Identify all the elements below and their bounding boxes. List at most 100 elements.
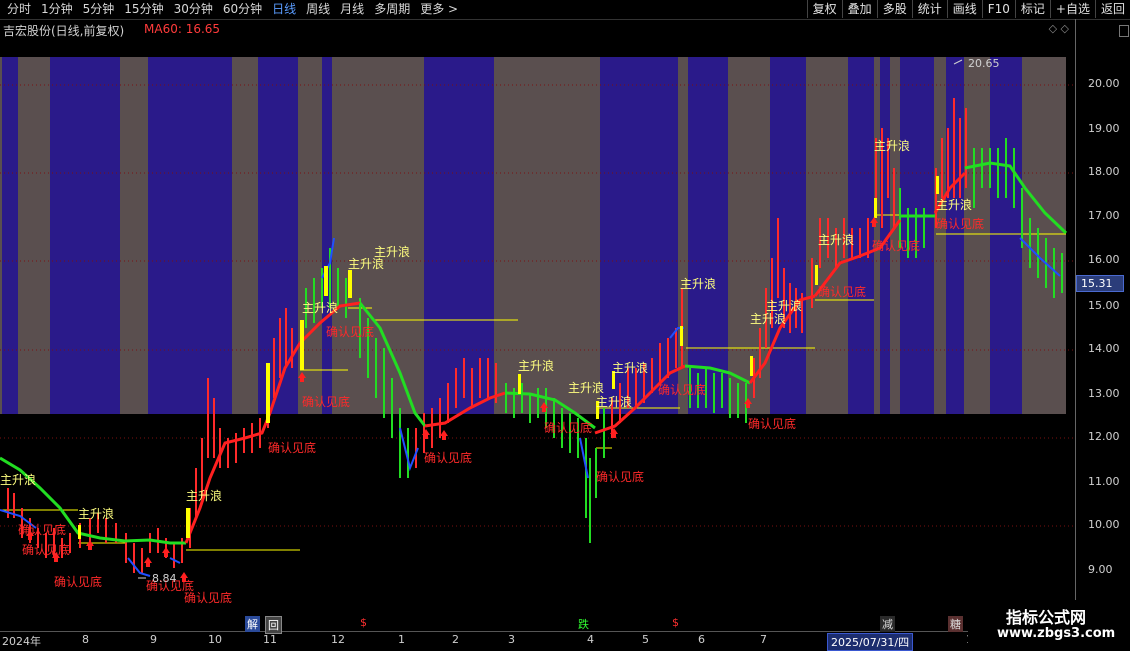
date-label: 8 <box>82 633 89 646</box>
price-tick: 16.00 <box>1088 253 1120 266</box>
event-mark[interactable]: 解 <box>245 616 260 632</box>
date-label: 9 <box>150 633 157 646</box>
add-watchlist-button[interactable]: +自选 <box>1049 0 1095 18</box>
event-mark[interactable]: $ <box>358 616 369 629</box>
label-confirm-bottom: 确认见底 <box>818 284 866 299</box>
label-confirm-bottom: 确认见底 <box>302 394 350 409</box>
label-main-rise: 主升浪 <box>78 506 114 521</box>
label-confirm-bottom: 确认见底 <box>268 440 316 455</box>
label-confirm-bottom: 确认见底 <box>326 324 374 339</box>
label-main-rise: 主升浪 <box>0 472 36 487</box>
statistics-button[interactable]: 统计 <box>911 0 947 18</box>
label-confirm-bottom: 确认见底 <box>184 590 232 605</box>
tab-fenshi[interactable]: 分时 <box>2 2 36 17</box>
event-mark[interactable]: 跌 <box>576 616 591 632</box>
label-confirm-bottom: 确认见底 <box>22 542 70 557</box>
back-button[interactable]: 返回 <box>1094 0 1130 18</box>
tab-multi-period[interactable]: 多周期 <box>369 2 415 17</box>
price-tick: 19.00 <box>1088 122 1120 135</box>
tab-more[interactable]: 更多 > <box>415 2 463 17</box>
event-mark[interactable]: 糖 <box>948 616 963 632</box>
tab-5min[interactable]: 5分钟 <box>78 2 120 17</box>
tab-daily[interactable]: 日线 <box>267 2 301 17</box>
label-confirm-bottom: 确认见底 <box>658 382 706 397</box>
tab-weekly[interactable]: 周线 <box>301 2 335 17</box>
label-main-rise: 主升浪 <box>874 138 910 153</box>
tab-monthly[interactable]: 月线 <box>335 2 369 17</box>
event-mark[interactable]: $ <box>670 616 681 629</box>
diamond-icon[interactable]: ◇ ◇ <box>1049 22 1069 35</box>
chart-svg: 主升浪 主升浪 主升浪 主升浪 主升浪 主升浪 主升浪 主升浪 主升浪 主升浪 … <box>0 57 1075 605</box>
label-main-rise: 主升浪 <box>750 311 786 326</box>
scroll-button[interactable] <box>1119 25 1129 37</box>
price-tick: 13.00 <box>1088 387 1120 400</box>
draw-line-button[interactable]: 画线 <box>946 0 982 18</box>
mark-button[interactable]: 标记 <box>1014 0 1050 18</box>
label-confirm-bottom: 确认见底 <box>18 522 66 537</box>
event-mark[interactable]: 回 <box>265 616 282 634</box>
label-main-rise: 主升浪 <box>302 300 338 315</box>
date-label: 7 <box>760 633 767 646</box>
date-label: 5 <box>642 633 649 646</box>
label-main-rise: 主升浪 <box>936 197 972 212</box>
price-tick: 15.00 <box>1088 299 1120 312</box>
price-tick: 10.00 <box>1088 518 1120 531</box>
label-confirm-bottom: 确认见底 <box>424 450 472 465</box>
tab-30min[interactable]: 30分钟 <box>169 2 218 17</box>
label-main-rise: 主升浪 <box>680 276 716 291</box>
tab-1min[interactable]: 1分钟 <box>36 2 78 17</box>
label-confirm-bottom: 确认见底 <box>936 216 984 231</box>
date-label: 12 <box>331 633 345 646</box>
date-label: 3 <box>508 633 515 646</box>
period-tabs: 分时 1分钟 5分钟 15分钟 30分钟 60分钟 日线 周线 月线 多周期 更… <box>2 2 463 17</box>
kline-chart[interactable]: 主升浪 主升浪 主升浪 主升浪 主升浪 主升浪 主升浪 主升浪 主升浪 主升浪 … <box>0 38 1075 631</box>
label-main-rise: 主升浪 <box>612 360 648 375</box>
cursor-date-label: 2025/07/31/四 <box>827 633 914 651</box>
current-price-tag: 15.31 <box>1076 275 1124 292</box>
low-price-label: 8.84 <box>152 572 177 585</box>
high-price-label: 20.65 <box>968 57 1000 70</box>
tab-15min[interactable]: 15分钟 <box>119 2 168 17</box>
label-main-rise: 主升浪 <box>186 488 222 503</box>
label-confirm-bottom: 确认见底 <box>872 238 920 253</box>
price-tick: 14.00 <box>1088 342 1120 355</box>
restore-rights-button[interactable]: 复权 <box>806 0 842 18</box>
event-mark[interactable]: 减 <box>880 616 895 632</box>
price-tick: 11.00 <box>1088 475 1120 488</box>
top-toolbar: 分时 1分钟 5分钟 15分钟 30分钟 60分钟 日线 周线 月线 多周期 更… <box>0 0 1130 20</box>
tab-60min[interactable]: 60分钟 <box>218 2 267 17</box>
price-tick: 12.00 <box>1088 430 1120 443</box>
watermark-title: 指标公式网 <box>1006 608 1087 627</box>
date-label: 4 <box>587 633 594 646</box>
label-confirm-bottom: 确认见底 <box>544 420 592 435</box>
price-tick: 17.00 <box>1088 209 1120 222</box>
stock-title: 吉宏股份(日线,前复权) <box>3 24 125 38</box>
label-confirm-bottom: 确认见底 <box>596 469 644 484</box>
price-tick: 9.00 <box>1088 563 1113 576</box>
watermark-url: www.zbgs3.com <box>997 626 1116 641</box>
price-axis: 20.00 19.00 18.00 17.00 16.00 15.00 14.0… <box>1075 19 1130 632</box>
f10-button[interactable]: F10 <box>981 0 1015 18</box>
date-label: 10 <box>208 633 222 646</box>
date-label: 1 <box>398 633 405 646</box>
multi-stock-button[interactable]: 多股 <box>876 0 912 18</box>
overlay-button[interactable]: 叠加 <box>841 0 877 18</box>
label-main-rise: 主升浪 <box>818 232 854 247</box>
label-main-rise: 主升浪 <box>568 380 604 395</box>
label-confirm-bottom: 确认见底 <box>54 574 102 589</box>
date-label: 2 <box>452 633 459 646</box>
label-main-rise: 主升浪 <box>374 244 410 259</box>
price-tick: 18.00 <box>1088 165 1120 178</box>
toolbar-actions: 复权 叠加 多股 统计 画线 F10 标记 +自选 返回 <box>806 0 1130 18</box>
label-main-rise: 主升浪 <box>518 358 554 373</box>
label-main-rise: 主升浪 <box>766 298 802 313</box>
date-label: 6 <box>698 633 705 646</box>
label-main-rise: 主升浪 <box>596 394 632 409</box>
date-label: 11 <box>263 633 277 646</box>
ma60-label: MA60: 16.65 <box>144 22 221 36</box>
date-axis: 2024年 8 9 10 11 12 1 2 3 4 5 6 7 2025/07… <box>0 616 1075 651</box>
date-label: 2024年 <box>2 635 41 648</box>
chart-info-bar: 吉宏股份(日线,前复权) MA60: 16.65 ◇ ◇ <box>0 20 1075 38</box>
price-tick: 20.00 <box>1088 77 1120 90</box>
label-confirm-bottom: 确认见底 <box>748 416 796 431</box>
